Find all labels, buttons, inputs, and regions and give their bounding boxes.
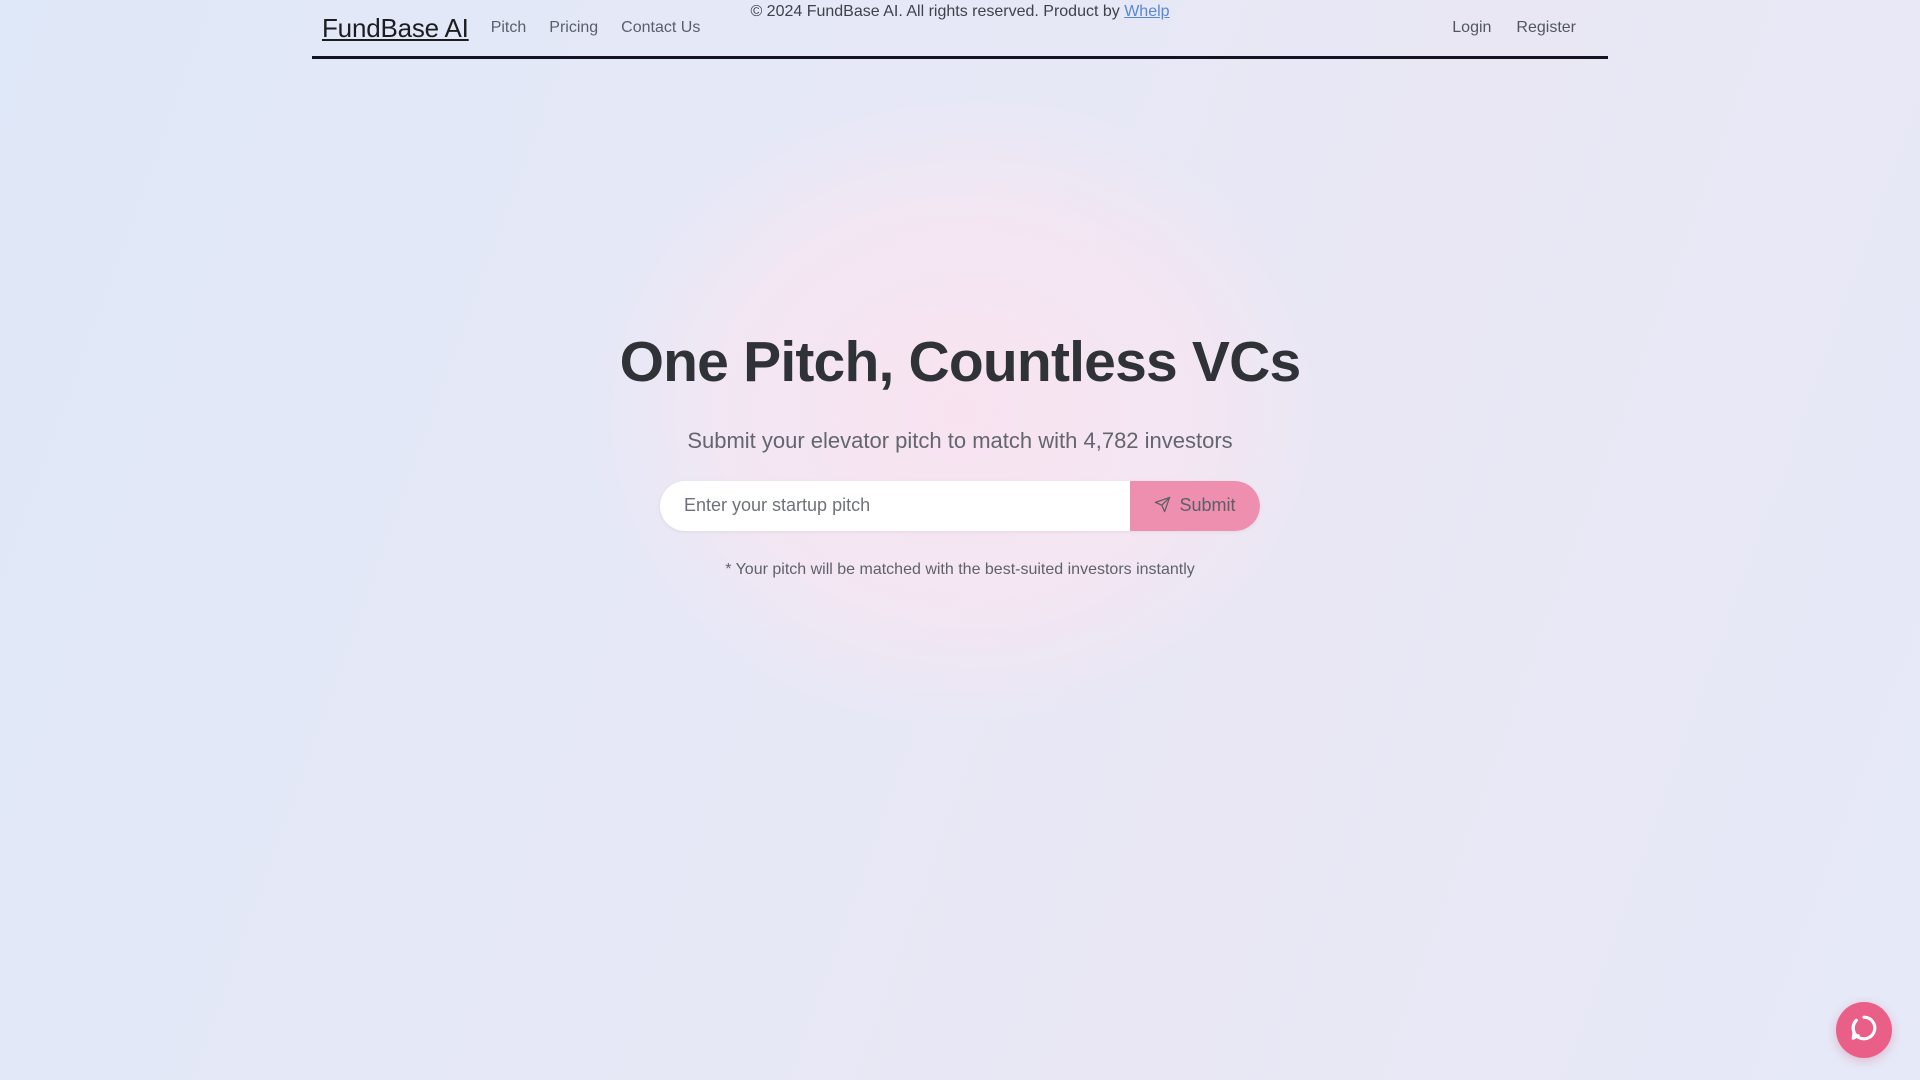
nav-link-contact-us[interactable]: Contact Us [621, 19, 700, 37]
hero-subtitle: Submit your elevator pitch to match with… [687, 427, 1233, 453]
copyright-text: © 2024 FundBase AI. All rights reserved.… [750, 3, 1125, 20]
pitch-input[interactable] [660, 480, 1130, 531]
nav-links: Pitch Pricing Contact Us [491, 19, 701, 37]
paper-plane-icon [1154, 496, 1171, 516]
footer: FIND US ON Product Hunt 69 Privacy Polic… [312, 0, 1608, 21]
submit-button-label: Submit [1179, 495, 1236, 516]
page-container: FundBase AI Pitch Pricing Contact Us Log… [312, 0, 1608, 578]
nav-link-login[interactable]: Login [1452, 19, 1491, 37]
nav-link-pitch[interactable]: Pitch [491, 19, 527, 37]
nav-auth-links: Login Register [1452, 19, 1598, 37]
nav-link-pricing[interactable]: Pricing [549, 19, 598, 37]
nav-link-register[interactable]: Register [1516, 19, 1576, 37]
page-title: One Pitch, Countless VCs [619, 330, 1302, 394]
hero-note: * Your pitch will be matched with the be… [725, 560, 1195, 578]
pitch-search-bar: Submit [660, 480, 1260, 531]
chat-bubble-icon [1849, 1013, 1879, 1048]
copyright-link-whelp[interactable]: Whelp [1124, 3, 1169, 20]
chat-widget-button[interactable] [1836, 1002, 1892, 1058]
hero-section: One Pitch, Countless VCs Submit your ele… [312, 330, 1608, 579]
copyright: © 2024 FundBase AI. All rights reserved.… [312, 3, 1608, 21]
submit-button[interactable]: Submit [1130, 480, 1260, 531]
